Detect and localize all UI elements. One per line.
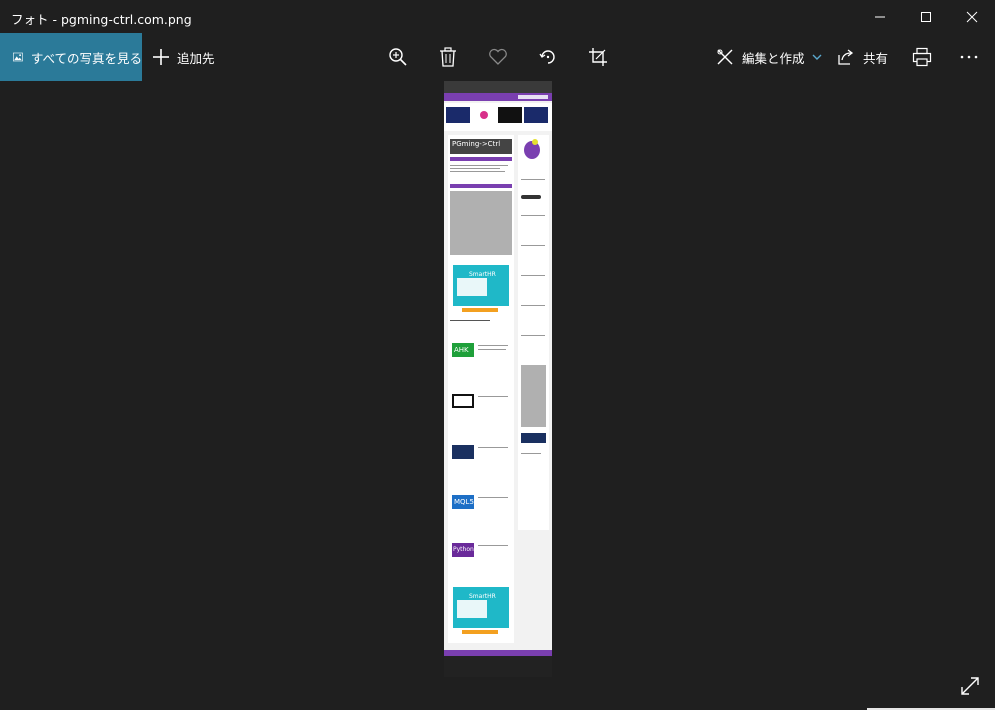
preview-text-line <box>478 497 508 498</box>
maximize-button[interactable] <box>903 0 949 33</box>
preview-sidebar <box>518 135 549 530</box>
preview-text-line <box>478 349 506 350</box>
preview-text-line <box>478 447 508 448</box>
preview-thumb-python: Python <box>452 543 474 557</box>
close-button[interactable] <box>949 0 995 33</box>
preview-thumb-window <box>452 394 474 408</box>
preview-logo-text: PGming->Ctrl <box>452 140 501 148</box>
add-to-label: 追加先 <box>177 50 215 66</box>
preview-ad-button <box>462 630 498 634</box>
preview-text-line <box>478 345 508 346</box>
close-icon <box>966 11 978 22</box>
preview-ad: SmartHR <box>453 587 509 628</box>
chevron-down-icon <box>812 54 822 60</box>
preview-thumb-ahk-text: AHK <box>454 346 469 354</box>
preview-text-line <box>478 545 508 546</box>
edit-icon <box>717 49 733 65</box>
preview-text-line <box>521 453 541 454</box>
title-bar: フォト - pgming-ctrl.com.png <box>0 0 995 33</box>
window-title: フォト - pgming-ctrl.com.png <box>11 12 192 27</box>
preview-ad-text: SmartHR <box>469 271 496 278</box>
crop-button[interactable] <box>586 45 610 69</box>
toolbar: すべての写真を見る 追加先 編集と作成 共有 <box>0 33 995 81</box>
preview-section-bar <box>450 157 512 161</box>
preview-text-line <box>521 245 545 246</box>
minimize-icon <box>875 16 885 17</box>
minimize-button[interactable] <box>857 0 903 33</box>
fullscreen-button[interactable] <box>958 674 982 698</box>
more-button[interactable] <box>957 45 981 69</box>
zoom-button[interactable] <box>386 45 410 69</box>
print-icon <box>912 47 932 67</box>
more-icon <box>960 55 978 59</box>
preview-thumb-python-text: Python <box>453 546 474 553</box>
share-icon <box>838 49 854 65</box>
preview-main-column: PGming->Ctrl SmartHR AHK MQL5 Python Sma… <box>448 135 514 643</box>
preview-text-line <box>478 396 508 397</box>
expand-icon <box>961 677 979 695</box>
preview-thumb-mql5: MQL5 <box>452 495 474 509</box>
preview-text-line <box>521 335 545 336</box>
preview-ad-button <box>462 308 498 312</box>
share-button[interactable]: 共有 <box>837 33 888 81</box>
preview-card <box>446 107 470 123</box>
rotate-icon <box>539 50 555 64</box>
crop-icon <box>589 48 607 66</box>
preview-text-line <box>450 168 500 169</box>
preview-ad-text: SmartHR <box>469 593 496 600</box>
preview-logo: PGming->Ctrl <box>450 139 512 154</box>
photo-icon <box>13 52 23 62</box>
edit-create-button[interactable]: 編集と作成 <box>716 33 823 81</box>
preview-header <box>444 81 552 93</box>
favorite-icon <box>489 48 507 65</box>
preview-heading <box>450 320 490 321</box>
maximize-icon <box>921 11 931 22</box>
preview-ad: SmartHR <box>453 265 509 306</box>
preview-carousel <box>444 103 552 131</box>
preview-text-line <box>521 179 545 180</box>
preview-text-line <box>521 275 545 276</box>
preview-thumb-mql5-text: MQL5 <box>454 498 474 506</box>
preview-thumb-ahk: AHK <box>452 343 474 357</box>
preview-menu-block <box>450 191 512 255</box>
preview-card <box>498 107 522 123</box>
add-to-button[interactable]: 追加先 <box>152 33 215 81</box>
preview-text-line <box>450 165 508 166</box>
rotate-button[interactable] <box>536 45 560 69</box>
preview-search <box>518 95 548 99</box>
all-photos-button[interactable]: すべての写真を見る <box>0 33 142 81</box>
share-label: 共有 <box>863 50 889 66</box>
preview-footer <box>444 656 552 677</box>
photo-viewer[interactable]: PGming->Ctrl SmartHR AHK MQL5 Python Sma… <box>0 81 995 710</box>
preview-text-line <box>521 215 545 216</box>
preview-thumb-dark <box>452 445 474 459</box>
plus-icon <box>153 49 169 65</box>
edit-create-label: 編集と作成 <box>742 50 805 66</box>
preview-card <box>472 107 496 123</box>
preview-section-bar <box>450 184 512 188</box>
all-photos-label: すべての写真を見る <box>30 50 142 66</box>
delete-icon <box>440 47 456 67</box>
preview-text-line <box>450 171 505 172</box>
preview-card <box>524 107 548 123</box>
image-preview: PGming->Ctrl SmartHR AHK MQL5 Python Sma… <box>444 81 552 677</box>
zoom-in-icon <box>389 48 407 66</box>
delete-button[interactable] <box>436 45 460 69</box>
print-button[interactable] <box>910 45 934 69</box>
favorite-button[interactable] <box>486 45 510 69</box>
preview-text-line <box>521 305 545 306</box>
